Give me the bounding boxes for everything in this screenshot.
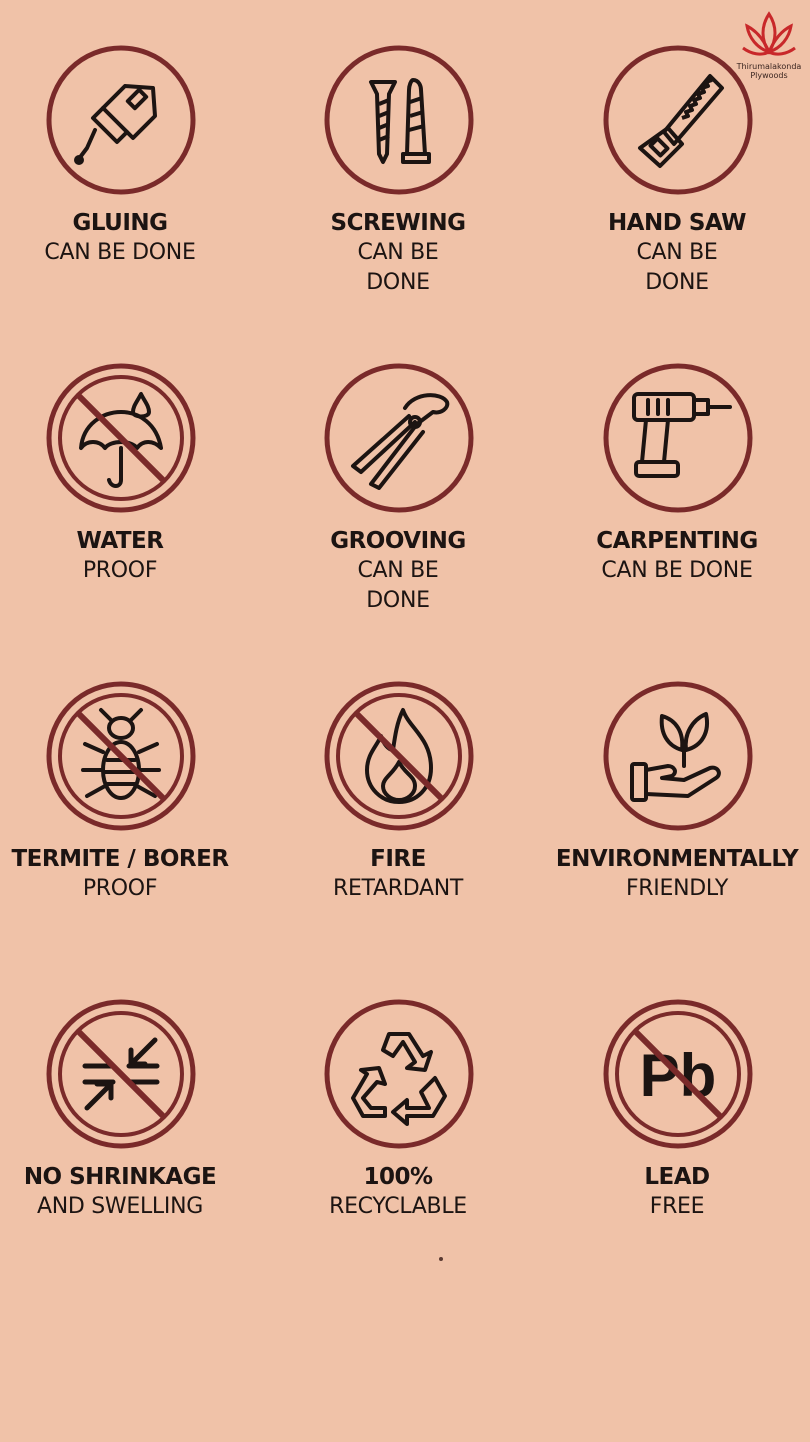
feature-subtitle: AND SWELLING <box>37 1194 203 1219</box>
feature-subtitle: FRIENDLY <box>625 876 729 901</box>
feature-subtitle: RECYCLABLE <box>329 1194 467 1219</box>
feature-title: 100% <box>363 1164 433 1190</box>
drill-icon <box>602 362 754 514</box>
feature-title: GROOVING <box>330 528 466 554</box>
feature-subtitle: RETARDANT <box>332 876 464 901</box>
plant-in-hand-icon <box>602 680 754 832</box>
feature-subtitle: PROOF <box>82 876 158 901</box>
feature-subtitle: CAN BE DONE <box>44 240 196 265</box>
feature-subtitle: FREE <box>649 1194 705 1219</box>
feature-title: WATER <box>76 528 164 554</box>
feature-title: ENVIRONMENTALLY <box>555 846 799 872</box>
feature-subtitle: PROOF <box>82 558 158 583</box>
hand-saw-icon <box>602 44 754 196</box>
feature-title: SCREWING <box>330 210 466 236</box>
no-fire-icon <box>323 680 475 832</box>
feature-title: NO SHRINKAGE <box>23 1164 217 1190</box>
feature-title: FIRE <box>370 846 426 872</box>
feature-title: LEAD <box>644 1164 710 1190</box>
no-termite-icon <box>45 680 197 832</box>
no-lead-icon: Pb <box>602 998 754 1150</box>
feature-subtitle: CAN BE DONE <box>357 558 439 613</box>
no-water-icon <box>45 362 197 514</box>
feature-subtitle: CAN BE DONE <box>636 240 718 295</box>
no-shrink-icon <box>45 998 197 1150</box>
glue-tube-icon <box>45 44 197 196</box>
feature-title: TERMITE / BORER <box>11 846 229 872</box>
screws-icon <box>323 44 475 196</box>
recycle-icon <box>323 998 475 1150</box>
feature-title: CARPENTING <box>596 528 758 554</box>
feature-title: GLUING <box>72 210 168 236</box>
feature-title: HAND SAW <box>607 210 747 236</box>
decorative-dot <box>439 1257 443 1261</box>
pliers-icon <box>323 362 475 514</box>
feature-subtitle: CAN BE DONE <box>601 558 753 583</box>
feature-subtitle: CAN BE DONE <box>357 240 439 295</box>
